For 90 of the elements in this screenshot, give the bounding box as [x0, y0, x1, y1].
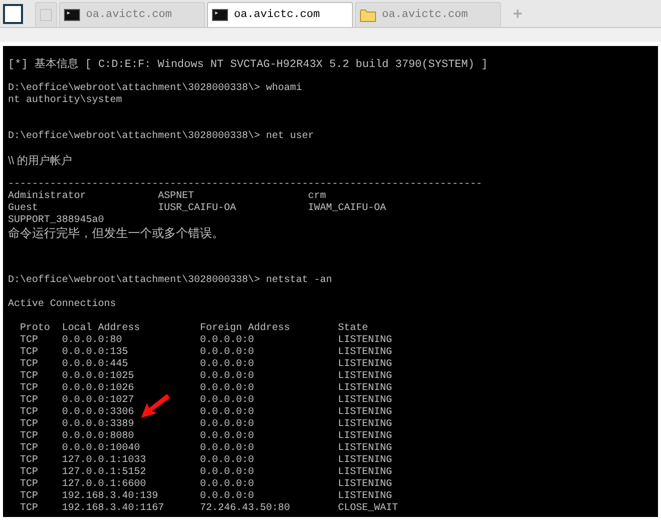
column-header: Foreign Address — [200, 323, 292, 335]
new-tab-button[interactable]: + — [513, 7, 522, 23]
command-line: D:\eoffice\webroot\attachment\3028000338\> net user — [8, 131, 316, 143]
table-cell-text: 0.0.0.0:3306 — [62, 407, 136, 419]
table-cell-text: 127.0.0.1:6600 — [62, 479, 148, 491]
table-cell-text: LISTENING — [338, 491, 394, 503]
table-cell-text: 0.0.0.0:0 — [200, 491, 256, 503]
table-cell-text: LISTENING — [338, 359, 394, 371]
table-cell-text: TCP — [20, 335, 40, 347]
folder-icon — [360, 8, 376, 22]
table-cell-text: 127.0.0.1:5152 — [62, 467, 148, 479]
table-cell-text: LISTENING — [338, 383, 394, 395]
table-cell-text: 0.0.0.0:8080 — [62, 431, 136, 443]
table-cell-text: 0.0.0.0:445 — [62, 359, 130, 371]
table-cell-text: TCP — [20, 455, 40, 467]
separator-line: ------------------------------------------------------------------------------- — [8, 179, 484, 190]
browser-tab[interactable]: oa.avictc.com — [59, 2, 205, 27]
table-cell-text: 0.0.0.0:10040 — [62, 443, 142, 455]
sidebar-toggle-button[interactable] — [3, 4, 23, 24]
table-cell-text: TCP — [20, 371, 40, 383]
user-name: Administrator — [8, 191, 88, 203]
command-line: D:\eoffice\webroot\attachment\3028000338\> whoami — [8, 83, 304, 94]
table-cell-text: TCP — [20, 491, 40, 503]
table-cell-text: LISTENING — [338, 443, 394, 455]
table-cell-text: 127.0.0.1:1033 — [62, 455, 148, 467]
table-cell-text: TCP — [20, 419, 40, 431]
table-cell-text: 0.0.0.0:0 — [200, 479, 256, 491]
table-cell-text: 0.0.0.0:135 — [62, 347, 130, 359]
column-header: Local Address — [62, 323, 142, 335]
table-cell-text: TCP — [20, 407, 40, 419]
table-cell-text: 0.0.0.0:1026 — [62, 383, 136, 395]
table-cell-text: 0.0.0.0:1027 — [62, 395, 136, 407]
table-cell-text: 0.0.0.0:0 — [200, 443, 256, 455]
table-cell-text: TCP — [20, 359, 40, 371]
table-cell-text: TCP — [20, 395, 40, 407]
table-cell-text: LISTENING — [338, 395, 394, 407]
table-cell-text: 192.168.3.40:139 — [62, 491, 160, 503]
error-message: 命令运行完毕，但发生一个或多个错误。 — [8, 227, 225, 239]
user-name: crm — [308, 191, 328, 203]
column-header: State — [338, 323, 370, 335]
arrow-icon — [139, 392, 171, 420]
table-cell-text: 0.0.0.0:0 — [200, 395, 256, 407]
table-cell-text: 0.0.0.0:1025 — [62, 371, 136, 383]
table-cell-text: LISTENING — [338, 479, 394, 491]
command-output: nt authority\system — [8, 95, 124, 107]
table-cell-text: 0.0.0.0:0 — [200, 359, 256, 371]
table-cell-text: LISTENING — [338, 455, 394, 467]
table-cell-text: CLOSE_WAIT — [338, 503, 400, 515]
blank-page-icon — [40, 8, 52, 22]
table-cell-text: LISTENING — [338, 407, 394, 419]
user-name: IWAM_CAIFU-OA — [308, 203, 388, 215]
table-cell-text: 0.0.0.0:0 — [200, 419, 256, 431]
table-cell-text: 0.0.0.0:0 — [200, 383, 256, 395]
table-cell-text: 0.0.0.0:3389 — [62, 419, 136, 431]
table-cell-text: 0.0.0.0:0 — [200, 455, 256, 467]
table-cell-text: 0.0.0.0:0 — [200, 347, 256, 359]
table-cell-text: LISTENING — [338, 431, 394, 443]
table-cell-text: LISTENING — [338, 347, 394, 359]
table-cell-text: 0.0.0.0:0 — [200, 407, 256, 419]
table-cell-text: 0.0.0.0:0 — [200, 467, 256, 479]
banner-text: [*] 基本信息 [ C:D:E:F: Windows NT SVCTAG-H92R43X 5.2 build 3790(SYSTEM) ] — [8, 59, 489, 71]
table-cell-text: 0.0.0.0:80 — [62, 335, 124, 347]
table-cell-text: TCP — [20, 503, 40, 515]
user-name: IUSR_CAIFU-OA — [158, 203, 238, 215]
browser-tab[interactable]: oa.avictc.com — [207, 2, 353, 27]
table-cell-text: 72.246.43.50:80 — [200, 503, 292, 515]
column-header: Proto — [20, 323, 52, 335]
output-heading: Active Connections — [8, 299, 118, 311]
table-cell-text: LISTENING — [338, 335, 394, 347]
user-name: ASPNET — [158, 191, 196, 203]
output-heading: \\ 的用户帐户 — [8, 155, 74, 167]
table-cell-text: TCP — [20, 443, 40, 455]
table-cell-text: LISTENING — [338, 371, 394, 383]
browser-tab[interactable]: oa.avictc.com — [355, 2, 501, 27]
command-line: D:\eoffice\webroot\attachment\3028000338\> netstat -an — [8, 275, 334, 287]
table-cell-text: LISTENING — [338, 419, 394, 431]
table-cell-text: 0.0.0.0:0 — [200, 431, 256, 443]
table-cell-text: LISTENING — [338, 467, 394, 479]
table-cell-text: 0.0.0.0:0 — [200, 335, 256, 347]
table-cell-text: TCP — [20, 431, 40, 443]
table-cell-text: TCP — [20, 479, 40, 491]
terminal-icon — [212, 9, 228, 21]
user-name: Guest — [8, 203, 40, 215]
table-cell-text: TCP — [20, 383, 40, 395]
terminal-icon — [64, 9, 80, 21]
table-cell-text: 192.168.3.40:1167 — [62, 503, 166, 515]
table-cell-text: TCP — [20, 467, 40, 479]
user-name: SUPPORT_388945a0 — [8, 215, 106, 226]
table-cell-text: 0.0.0.0:0 — [200, 371, 256, 383]
table-cell-text: TCP — [20, 347, 40, 359]
